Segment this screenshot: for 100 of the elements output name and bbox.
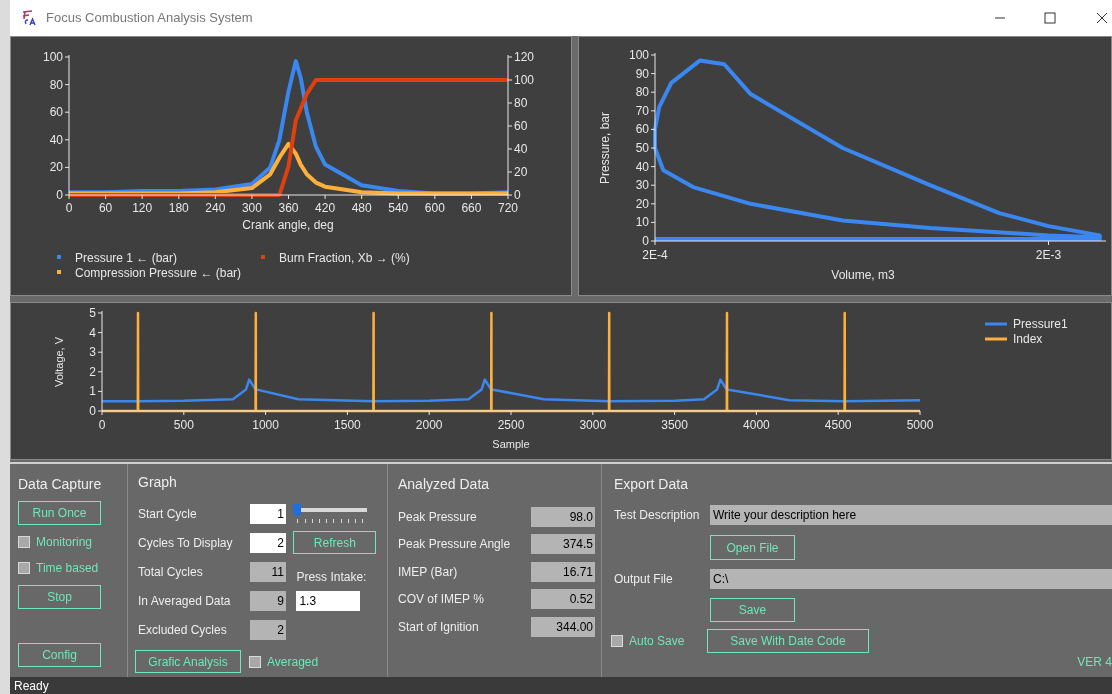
axis-tick-label: 60 bbox=[98, 201, 113, 215]
checkbox-label[interactable]: Time based bbox=[36, 559, 99, 577]
field-label: Peak Pressure Angle bbox=[398, 536, 512, 554]
axis-tick-label: 300 bbox=[241, 201, 262, 215]
axis-tick-label: 100 bbox=[628, 48, 649, 62]
checkbox[interactable] bbox=[18, 536, 30, 548]
field-label: Excluded Cycles bbox=[138, 621, 228, 639]
checkbox[interactable] bbox=[18, 562, 30, 574]
axis-tick-label: 10 bbox=[635, 215, 649, 230]
axis-tick-label: 2000 bbox=[415, 418, 443, 432]
axis-tick-label: 2500 bbox=[497, 418, 525, 432]
value-field: 16.71 bbox=[531, 561, 595, 582]
button[interactable]: Config bbox=[18, 643, 101, 667]
axis-tick-label: 40 bbox=[49, 132, 63, 147]
axis-tick-label: 120 bbox=[514, 50, 535, 64]
input-field[interactable]: C:\ bbox=[710, 569, 1112, 589]
axis-tick-label: 100 bbox=[514, 73, 535, 87]
legend-label: Burn Fraction, Xb → (%) bbox=[279, 251, 410, 265]
axis-tick-label: 720 bbox=[498, 201, 518, 215]
legend-label: Index bbox=[1013, 332, 1043, 346]
field-label: Output File bbox=[614, 571, 674, 588]
checkbox-label[interactable]: Monitoring bbox=[36, 533, 93, 551]
legend-marker bbox=[261, 255, 265, 259]
field-label: IMEP (Bar) bbox=[398, 563, 459, 581]
checkbox-label[interactable]: Auto Save bbox=[629, 632, 685, 650]
axis-tick-label: 90 bbox=[635, 66, 649, 81]
input-field[interactable]: 2 bbox=[250, 532, 286, 553]
button[interactable]: Save bbox=[710, 598, 795, 622]
checkbox-label[interactable]: Averaged bbox=[267, 652, 319, 671]
axis-tick-label: 2E-4 bbox=[642, 248, 668, 262]
axis-tick-label: 3000 bbox=[579, 418, 607, 432]
axis-title: Volume, m3 bbox=[831, 268, 895, 282]
button[interactable]: Grafic Analysis bbox=[135, 650, 241, 673]
section-title: Analyzed Data bbox=[398, 475, 491, 494]
value-field: 9 bbox=[250, 590, 286, 611]
field-label: Start of Ignition bbox=[398, 618, 480, 636]
axis-tick-label: 480 bbox=[351, 201, 372, 215]
button[interactable]: Save With Date Code bbox=[707, 629, 869, 653]
input-field[interactable]: 1 bbox=[250, 503, 286, 524]
value-field: 344.00 bbox=[531, 616, 595, 637]
axis-tick-label: 420 bbox=[315, 201, 336, 215]
axis-tick-label: 0 bbox=[56, 188, 63, 202]
value-field: 2 bbox=[250, 619, 286, 640]
legend-marker bbox=[57, 270, 61, 274]
field-label: Cycles To Display bbox=[138, 534, 234, 552]
axis-tick-label: 4500 bbox=[824, 418, 852, 432]
axis-tick-label: 660 bbox=[461, 201, 482, 215]
axis-tick-label: 0 bbox=[642, 234, 649, 248]
axis-tick-label: 2 bbox=[89, 364, 96, 379]
legend-marker bbox=[985, 337, 1007, 341]
maximize-icon[interactable] bbox=[1044, 12, 1056, 24]
button[interactable]: Refresh bbox=[293, 531, 377, 554]
legend-label: Pressure 1 ← (bar) bbox=[75, 251, 178, 265]
field-label: COV of IMEP % bbox=[398, 591, 485, 609]
axis-tick-label: 0 bbox=[89, 404, 96, 418]
axis-tick-label: 0 bbox=[65, 201, 73, 215]
input-field[interactable]: 1.3 bbox=[296, 590, 361, 611]
slider[interactable] bbox=[293, 502, 368, 525]
value-field: 11 bbox=[250, 561, 286, 582]
legend-label: Pressure1 bbox=[1013, 317, 1068, 331]
section-title: Data Capture bbox=[18, 475, 102, 494]
axis-tick-label: 60 bbox=[635, 122, 649, 137]
axis-tick-label: 500 bbox=[173, 418, 194, 432]
axis-title: Crank angle, deg bbox=[242, 218, 334, 232]
value-field: 0.52 bbox=[531, 589, 595, 610]
axis-tick-label: 4000 bbox=[743, 418, 770, 432]
axis-tick-label: 3 bbox=[89, 345, 96, 360]
field-label: Peak Pressure bbox=[398, 508, 478, 526]
app-icon bbox=[20, 9, 38, 27]
axis-title: Pressure, bar bbox=[598, 112, 612, 184]
axis-tick-label: 3500 bbox=[661, 418, 688, 432]
axis-tick-label: 50 bbox=[635, 141, 649, 155]
value-field: 374.5 bbox=[531, 534, 595, 555]
axis-tick-label: 540 bbox=[388, 201, 409, 215]
checkbox[interactable] bbox=[249, 655, 261, 668]
version-label: VER 4 bbox=[1077, 654, 1112, 671]
axis-tick-label: 120 bbox=[132, 201, 153, 215]
axis-tick-label: 4 bbox=[89, 325, 96, 340]
axis-tick-label: 1 bbox=[89, 384, 96, 399]
axis-tick-label: 20 bbox=[49, 160, 63, 175]
status-text: Ready bbox=[14, 678, 49, 694]
axis-tick-label: 30 bbox=[635, 178, 649, 193]
axis-tick-label: 0 bbox=[98, 418, 106, 432]
axis-tick-label: 40 bbox=[514, 142, 528, 156]
axis-tick-label: 20 bbox=[514, 165, 528, 179]
section-title: Export Data bbox=[614, 475, 689, 494]
checkbox[interactable] bbox=[611, 635, 623, 647]
axis-tick-label: 100 bbox=[42, 50, 63, 64]
value-field: 98.0 bbox=[531, 506, 595, 527]
field-label: Total Cycles bbox=[138, 563, 204, 581]
axis-tick-label: 5 bbox=[89, 306, 96, 320]
axis-tick-label: 60 bbox=[49, 105, 63, 120]
axis-tick-label: 0 bbox=[514, 188, 521, 202]
button[interactable]: Stop bbox=[18, 585, 101, 609]
axis-title: Sample bbox=[492, 438, 530, 450]
close-icon[interactable] bbox=[1096, 12, 1108, 24]
legend-marker bbox=[57, 255, 61, 259]
input-field[interactable]: Write your description here bbox=[710, 505, 1112, 525]
button[interactable]: Open File bbox=[710, 535, 795, 560]
button[interactable]: Run Once bbox=[18, 501, 101, 525]
